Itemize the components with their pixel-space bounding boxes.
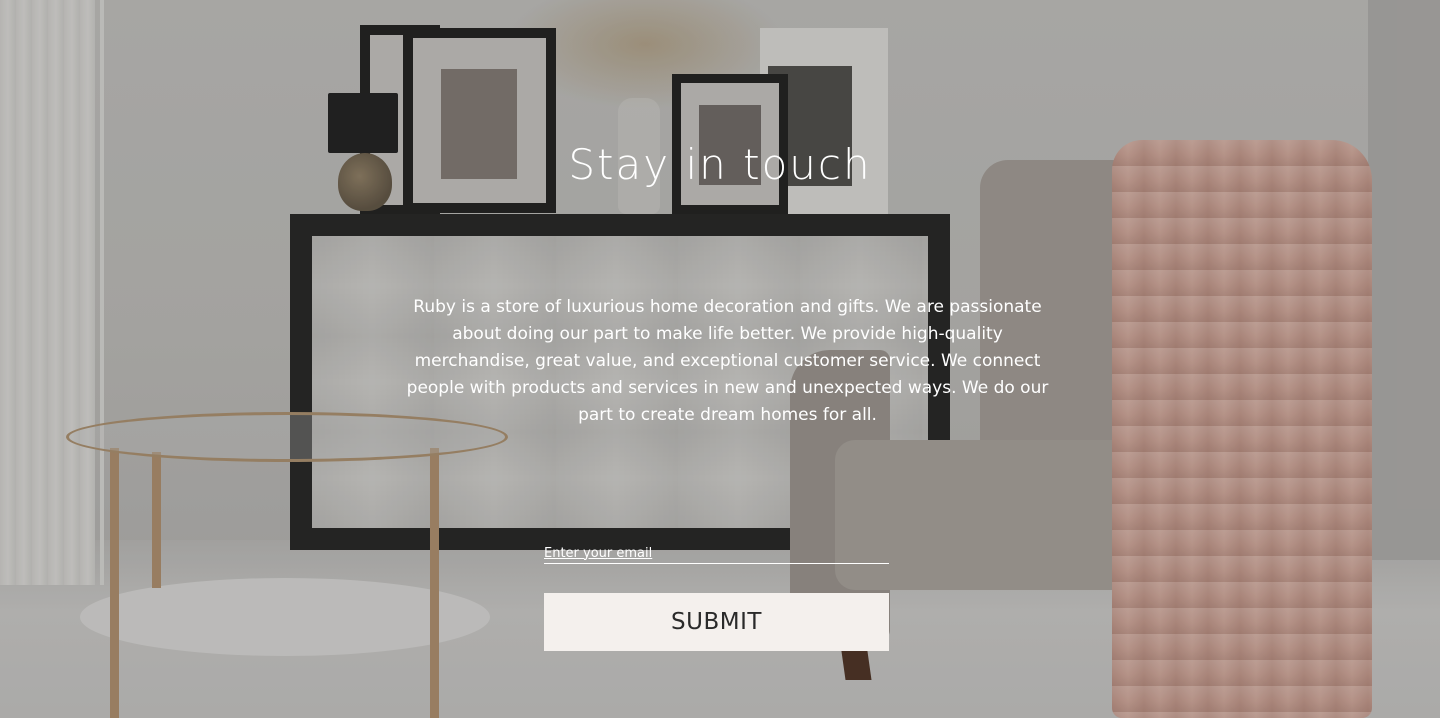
store-description: Ruby is a store of luxurious home decora… <box>406 297 1049 425</box>
submit-button[interactable]: SUBMIT <box>544 593 889 651</box>
newsletter-section: Stay in touch Ruby is a store of luxurio… <box>0 0 1440 718</box>
section-title: Stay in touch <box>568 140 872 189</box>
email-field[interactable] <box>544 544 889 564</box>
